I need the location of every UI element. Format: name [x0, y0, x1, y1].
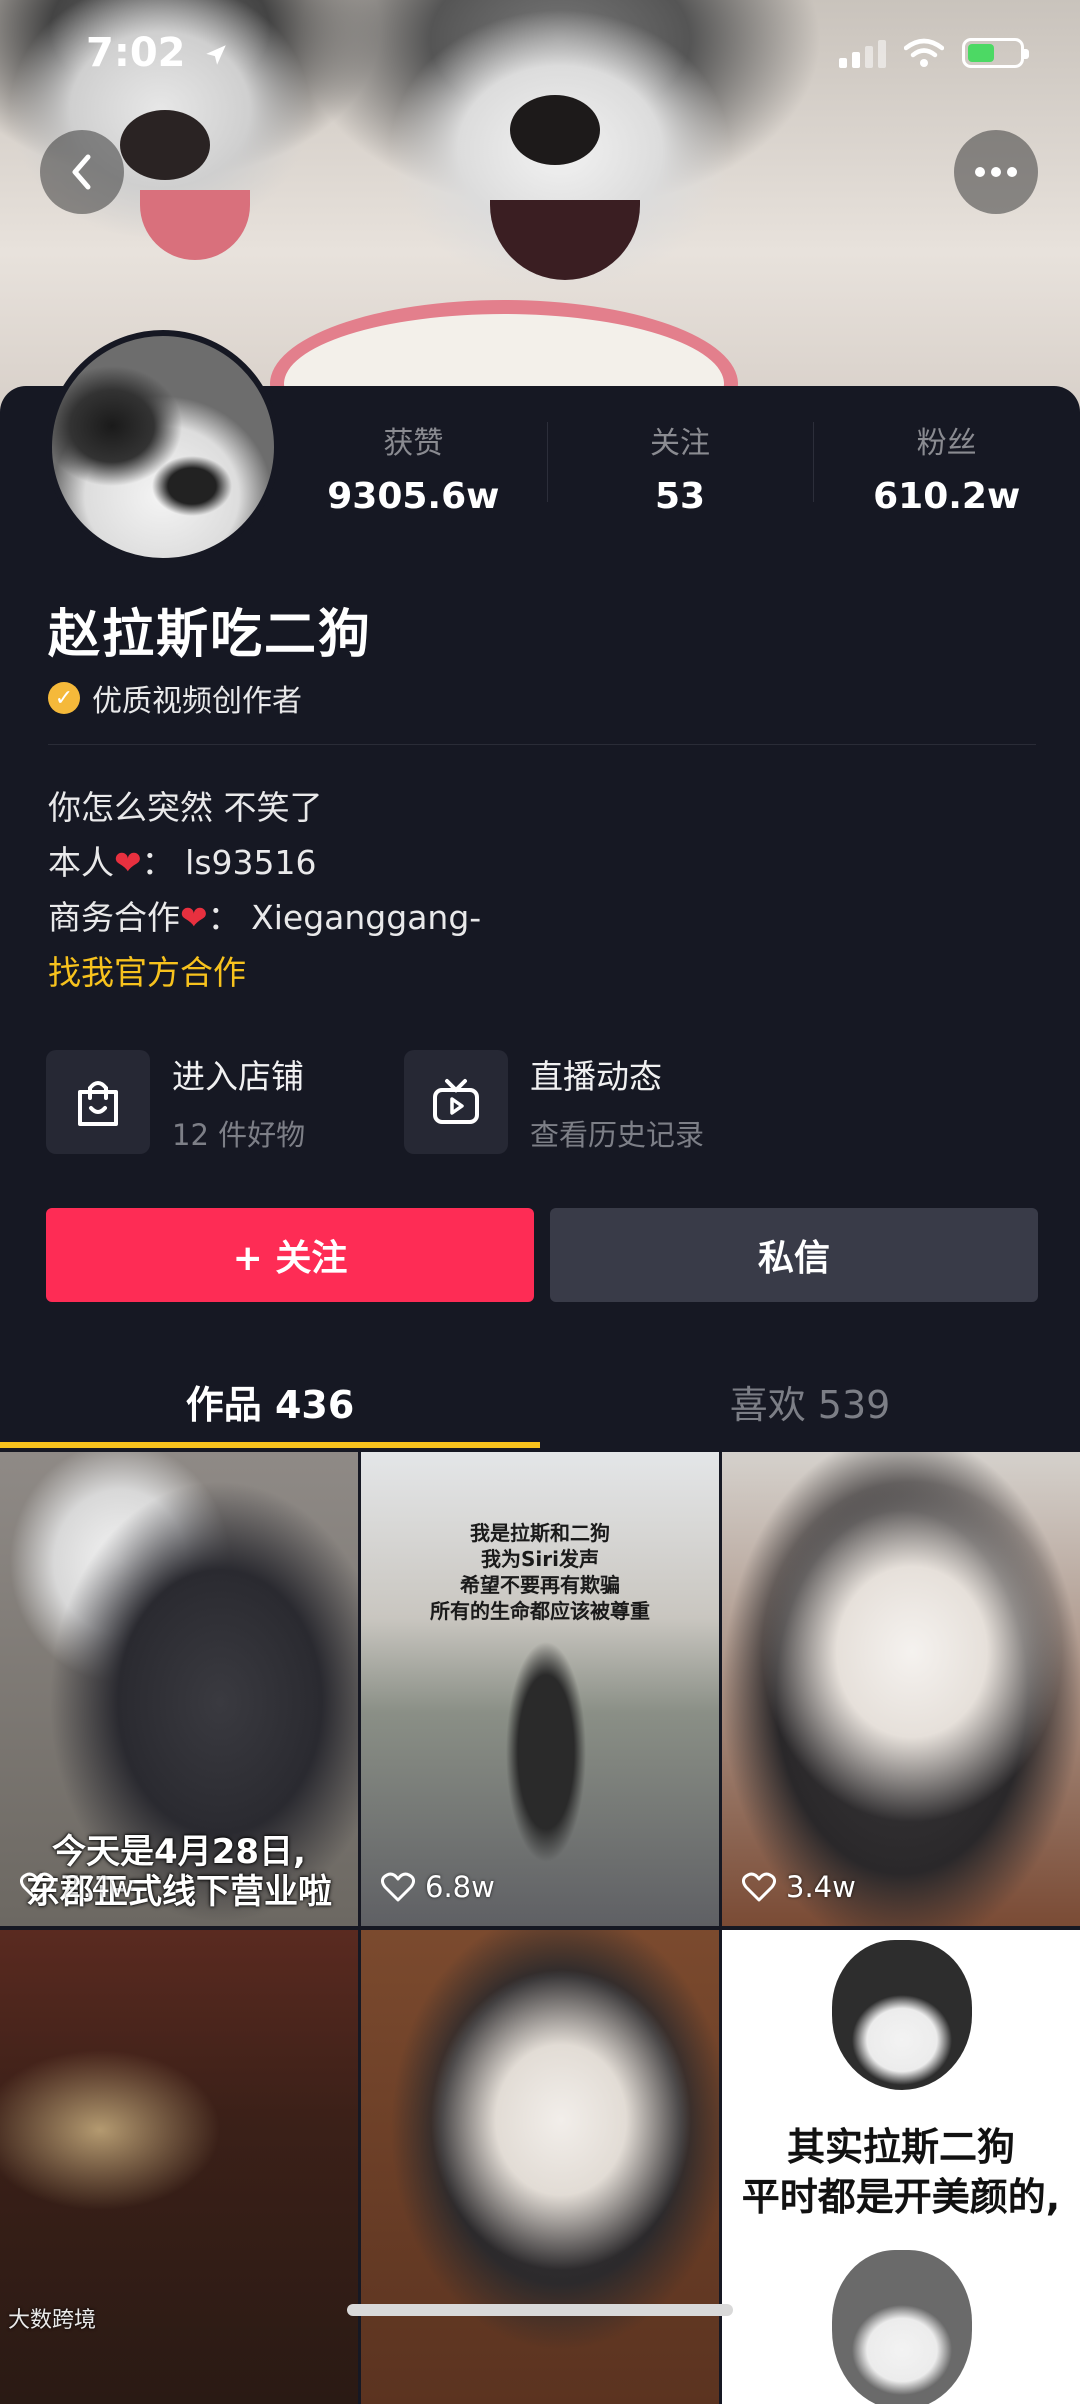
dog-tongue-decoration: [140, 190, 250, 260]
bio-line: 你怎么突然 不笑了: [48, 788, 323, 827]
dog-face-decoration: [832, 1940, 972, 2090]
cellular-signal-icon: [839, 38, 886, 68]
badge-label: 优质视频创作者: [92, 684, 302, 719]
video-caption: 我是拉斯和二狗 我为Siri发声 希望不要再有欺骗 所有的生命都应该被尊重: [430, 1521, 650, 1623]
tab-likes[interactable]: 喜欢 539: [540, 1352, 1080, 1448]
video-thumbnail[interactable]: [361, 1930, 719, 2404]
stat-label: 关注: [650, 426, 710, 461]
video-caption: 其实拉斯二狗 平时都是开美颜的,: [741, 2125, 1061, 2219]
watermark: 大数跨境: [8, 2308, 97, 2333]
live-entry[interactable]: 直播动态 查看历史记录: [404, 1050, 704, 1154]
profile-stats: 获赞 9305.6w 关注 53 粉丝 610.2w: [280, 412, 1080, 522]
battery-icon: [962, 38, 1029, 68]
heart-outline-icon: [381, 1872, 415, 1902]
heart-outline-icon: [20, 1872, 54, 1902]
video-likes: 2.4w: [20, 1870, 134, 1904]
stat-label: 获赞: [383, 426, 444, 461]
home-indicator[interactable]: [347, 2304, 733, 2316]
location-arrow-icon: [206, 45, 227, 65]
wifi-icon: [904, 38, 944, 67]
bio-text: ： Xieganggang-: [207, 898, 482, 937]
heart-outline-icon: [742, 1872, 776, 1902]
stat-label: 粉丝: [916, 426, 977, 461]
follow-button[interactable]: + 关注: [46, 1208, 534, 1302]
stat-value: 610.2w: [873, 476, 1021, 517]
video-thumbnail[interactable]: 今天是4月28日, 东郡正式线下营业啦 2.4w: [0, 1452, 358, 1926]
live-entry-subtitle: 查看历史记录: [530, 1118, 705, 1152]
shopping-bag-icon: [46, 1050, 150, 1154]
stat-likes[interactable]: 获赞 9305.6w: [280, 412, 547, 522]
stat-followers[interactable]: 粉丝 610.2w: [813, 412, 1080, 522]
bio-text: 商务合作: [48, 898, 180, 937]
divider: [48, 744, 1036, 745]
chevron-left-icon: [72, 154, 91, 190]
check-badge-icon: ✓: [48, 682, 80, 714]
avatar[interactable]: [46, 330, 280, 564]
bio-line: 本人❤： ls93516: [48, 835, 481, 890]
bio-text: 本人: [48, 843, 114, 882]
video-thumbnail[interactable]: 我是拉斯和二狗 我为Siri发声 希望不要再有欺骗 所有的生命都应该被尊重 6.…: [361, 1452, 719, 1926]
likes-count: 6.8w: [425, 1870, 495, 1904]
dog-mouth-decoration: [490, 200, 640, 280]
status-bar: 7:02: [0, 0, 1080, 110]
video-likes: 6.8w: [381, 1870, 495, 1904]
tab-works[interactable]: 作品 436: [0, 1352, 540, 1448]
video-likes: 3.4w: [742, 1870, 856, 1904]
status-time: 7:02: [86, 30, 229, 76]
bio-text: ： ls93516: [141, 843, 317, 882]
dog-nose-decoration: [120, 110, 210, 180]
video-thumbnail[interactable]: 其实拉斯二狗 平时都是开美颜的,: [722, 1930, 1080, 2404]
stat-value: 53: [654, 476, 706, 517]
shop-entry[interactable]: 进入店铺 12 件好物: [46, 1050, 305, 1154]
stat-following[interactable]: 关注 53: [546, 412, 814, 522]
shop-entry-title: 进入店铺: [172, 1057, 304, 1096]
profile-username: 赵拉斯吃二狗: [48, 605, 373, 665]
heart-icon: ❤: [180, 898, 208, 937]
more-options-button[interactable]: [954, 130, 1038, 214]
live-entry-title: 直播动态: [530, 1057, 662, 1096]
back-button[interactable]: [40, 130, 124, 214]
message-button[interactable]: 私信: [550, 1208, 1038, 1302]
tv-play-icon: [404, 1050, 508, 1154]
likes-count: 2.4w: [64, 1870, 134, 1904]
bio-line: 商务合作❤： Xieganggang-: [48, 890, 481, 945]
profile-bio: 你怎么突然 不笑了 本人❤： ls93516 商务合作❤： Xieganggan…: [48, 780, 481, 1000]
heart-icon: ❤: [114, 843, 142, 882]
shop-entry-subtitle: 12 件好物: [172, 1118, 306, 1152]
dog-face-decoration: [832, 2250, 972, 2404]
creator-badge[interactable]: ✓ 优质视频创作者: [48, 676, 302, 720]
video-grid: 今天是4月28日, 东郡正式线下营业啦 2.4w 我是拉斯和二狗 我为Siri发…: [0, 1452, 1080, 2404]
content-tabs: 作品 436 喜欢 539: [0, 1352, 1080, 1448]
ellipsis-icon: [975, 167, 1017, 177]
official-cooperation-link[interactable]: 找我官方合作: [48, 945, 481, 1000]
stat-value: 9305.6w: [327, 476, 500, 517]
likes-count: 3.4w: [786, 1870, 856, 1904]
video-thumbnail[interactable]: 3.4w: [722, 1452, 1080, 1926]
